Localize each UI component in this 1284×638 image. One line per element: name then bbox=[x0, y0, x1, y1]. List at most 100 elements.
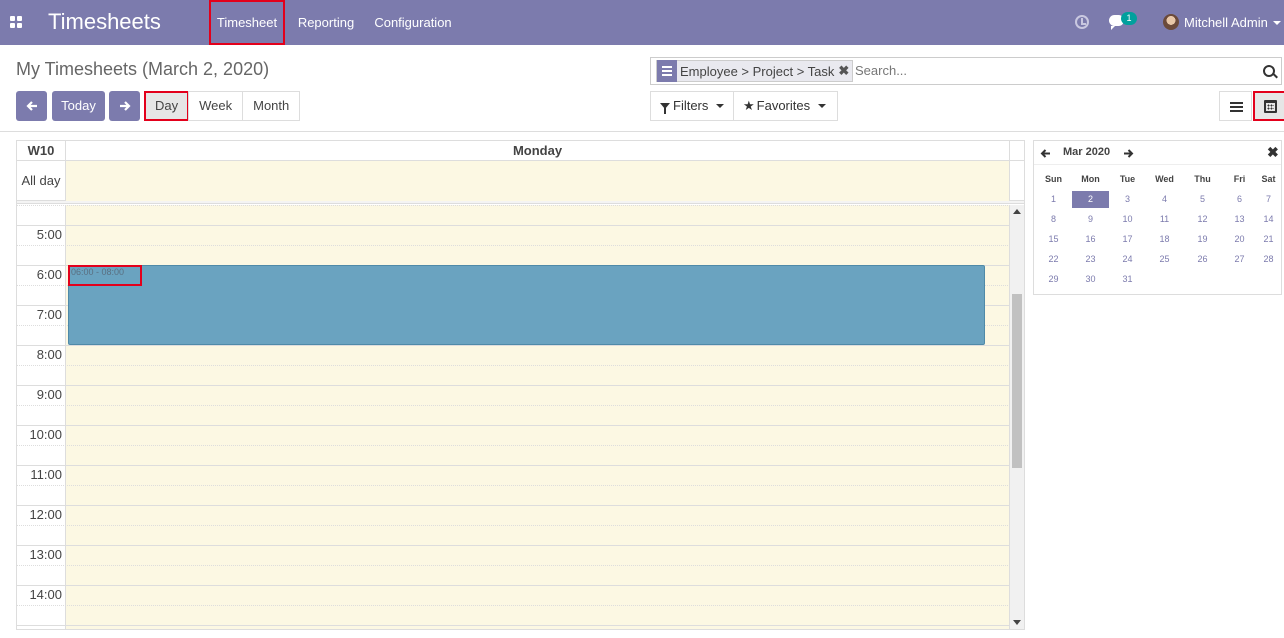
mini-calendar-dow: Mon bbox=[1081, 174, 1100, 184]
calendar-header-row: W10 Monday bbox=[17, 141, 1024, 161]
search-facet-groupby: Employee > Project > Task ✖ bbox=[656, 60, 854, 82]
mini-calendar-dow: Tue bbox=[1119, 174, 1136, 184]
mini-calendar-day[interactable]: 21 bbox=[1250, 231, 1284, 248]
hour-label: 11:00 bbox=[30, 467, 62, 482]
mini-calendar-day[interactable]: 28 bbox=[1250, 251, 1284, 268]
all-day-label: All day bbox=[17, 161, 66, 201]
mini-calendar-day[interactable]: 19 bbox=[1184, 231, 1221, 248]
time-slot bbox=[17, 485, 1010, 505]
hour-label: 10:00 bbox=[29, 427, 62, 442]
scale-button-group: Day Week Month bbox=[144, 91, 301, 121]
user-avatar[interactable] bbox=[1163, 14, 1179, 30]
time-slot bbox=[17, 425, 1010, 445]
mini-calendar-day[interactable]: 3 bbox=[1109, 191, 1146, 208]
favorites-label: Favorites bbox=[756, 98, 811, 113]
hour-label: 9:00 bbox=[36, 387, 62, 402]
mini-calendar-day[interactable]: 7 bbox=[1250, 191, 1284, 208]
apps-menu-icon[interactable] bbox=[10, 16, 23, 29]
mini-calendar-day[interactable]: 22 bbox=[1035, 251, 1072, 268]
facet-remove-icon[interactable]: ✖ bbox=[838, 63, 852, 79]
user-menu-caret-icon[interactable] bbox=[1273, 21, 1281, 25]
scale-week-button[interactable]: Week bbox=[188, 91, 244, 121]
filters-dropdown-button[interactable]: Filters bbox=[650, 91, 734, 121]
mini-calendar-day-selected[interactable]: 2 bbox=[1072, 191, 1109, 208]
page-title: My Timesheets (March 2, 2020) bbox=[16, 59, 270, 79]
search-icon[interactable] bbox=[1263, 65, 1275, 77]
scroll-thumb[interactable] bbox=[1012, 294, 1022, 468]
mini-calendar-day[interactable]: 16 bbox=[1072, 231, 1109, 248]
top-navbar: Timesheets Timesheet Reporting Configura… bbox=[0, 0, 1284, 45]
time-slot bbox=[17, 225, 1010, 245]
prev-month-icon[interactable] bbox=[1040, 147, 1051, 158]
scroll-up-icon[interactable] bbox=[1013, 209, 1021, 214]
mini-calendar-grid: Sun Mon Tue Wed Thu Fri Sat 1 2 3 4 5 6 7 8 9 10 11 12 13 14… bbox=[1034, 171, 1281, 291]
favorites-dropdown-button[interactable]: ★ Favorites bbox=[733, 91, 838, 121]
mini-calendar-dow: Wed bbox=[1155, 174, 1174, 184]
time-slot bbox=[17, 545, 1010, 565]
scale-month-button[interactable]: Month bbox=[242, 91, 301, 121]
next-button[interactable] bbox=[109, 91, 140, 121]
search-input[interactable] bbox=[855, 63, 1235, 78]
mini-calendar-day[interactable]: 24 bbox=[1109, 251, 1146, 268]
time-slot bbox=[17, 525, 1010, 545]
today-button[interactable]: Today bbox=[52, 91, 105, 121]
time-slot bbox=[17, 405, 1010, 425]
list-icon bbox=[1230, 102, 1243, 104]
mini-calendar-day[interactable]: 30 bbox=[1072, 271, 1109, 288]
list-view-button[interactable] bbox=[1219, 91, 1252, 121]
mini-calendar-day[interactable]: 4 bbox=[1146, 191, 1183, 208]
all-day-slot[interactable] bbox=[66, 161, 1010, 201]
time-slot bbox=[17, 345, 1010, 365]
mini-calendar-day[interactable]: 12 bbox=[1184, 211, 1221, 228]
time-grid[interactable]: 5:00 6:00 7:00 8:00 9:00 10:00 11:00 12:00 13:00… bbox=[17, 205, 1010, 629]
close-icon[interactable]: ✖ bbox=[1267, 144, 1279, 161]
mini-calendar-week-row: 15 16 17 18 19 20 21 bbox=[1034, 231, 1281, 251]
calendar-view-button[interactable] bbox=[1253, 91, 1284, 121]
mini-calendar-day[interactable]: 8 bbox=[1035, 211, 1072, 228]
menu-reporting[interactable]: Reporting bbox=[292, 0, 360, 45]
time-slot bbox=[17, 385, 1010, 405]
scroll-down-icon[interactable] bbox=[1013, 620, 1021, 625]
mini-calendar-day[interactable]: 9 bbox=[1072, 211, 1109, 228]
all-day-divider bbox=[17, 201, 1024, 204]
mini-calendar-day[interactable]: 1 bbox=[1035, 191, 1072, 208]
mini-calendar-day[interactable]: 17 bbox=[1109, 231, 1146, 248]
mini-calendar-day[interactable]: 15 bbox=[1035, 231, 1072, 248]
user-menu-name[interactable]: Mitchell Admin bbox=[1184, 15, 1268, 30]
mini-calendar-day[interactable]: 14 bbox=[1250, 211, 1284, 228]
next-month-icon[interactable] bbox=[1123, 147, 1134, 158]
mini-calendar-day[interactable]: 29 bbox=[1035, 271, 1072, 288]
time-slot bbox=[17, 625, 1010, 629]
scale-day-button[interactable]: Day bbox=[144, 91, 190, 121]
mini-calendar-dow-row: Sun Mon Tue Wed Thu Fri Sat bbox=[1034, 171, 1281, 191]
filters-label: Filters bbox=[673, 98, 709, 113]
activity-clock-icon[interactable] bbox=[1075, 15, 1089, 29]
menu-configuration[interactable]: Configuration bbox=[368, 0, 458, 45]
time-slot bbox=[17, 445, 1010, 465]
time-slot bbox=[17, 365, 1010, 385]
app-brand: Timesheets bbox=[48, 9, 161, 34]
facet-label: Employee > Project > Task bbox=[680, 63, 835, 79]
mini-calendar: Mar 2020 ✖ Sun Mon Tue Wed Thu Fri Sat 1 2 3 4 5 6 7 8… bbox=[1033, 140, 1282, 295]
mini-calendar-week-row: 22 23 24 25 26 27 28 bbox=[1034, 251, 1281, 271]
mini-calendar-day[interactable]: 26 bbox=[1184, 251, 1221, 268]
mini-calendar-day[interactable]: 10 bbox=[1109, 211, 1146, 228]
previous-button[interactable] bbox=[16, 91, 47, 121]
search-bar[interactable]: Employee > Project > Task ✖ bbox=[650, 57, 1282, 85]
menu-timesheet[interactable]: Timesheet bbox=[209, 0, 285, 45]
mini-calendar-day[interactable]: 5 bbox=[1184, 191, 1221, 208]
mini-calendar-dow: Sun bbox=[1045, 174, 1062, 184]
mini-calendar-title: Mar 2020 bbox=[1063, 146, 1111, 158]
vertical-scrollbar[interactable] bbox=[1010, 205, 1024, 629]
star-icon: ★ bbox=[743, 98, 755, 113]
mini-calendar-header: Mar 2020 ✖ bbox=[1034, 141, 1281, 165]
mini-calendar-day[interactable]: 25 bbox=[1146, 251, 1183, 268]
mini-calendar-day[interactable]: 18 bbox=[1146, 231, 1183, 248]
mini-calendar-day[interactable]: 11 bbox=[1146, 211, 1183, 228]
control-panel-divider bbox=[0, 131, 1284, 132]
mini-calendar-day[interactable]: 23 bbox=[1072, 251, 1109, 268]
mini-calendar-day[interactable]: 31 bbox=[1109, 271, 1146, 288]
hour-label: 5:00 bbox=[36, 227, 62, 242]
timesheet-event[interactable]: 06:00 - 08:00 bbox=[68, 265, 985, 345]
time-slot bbox=[17, 205, 1010, 225]
